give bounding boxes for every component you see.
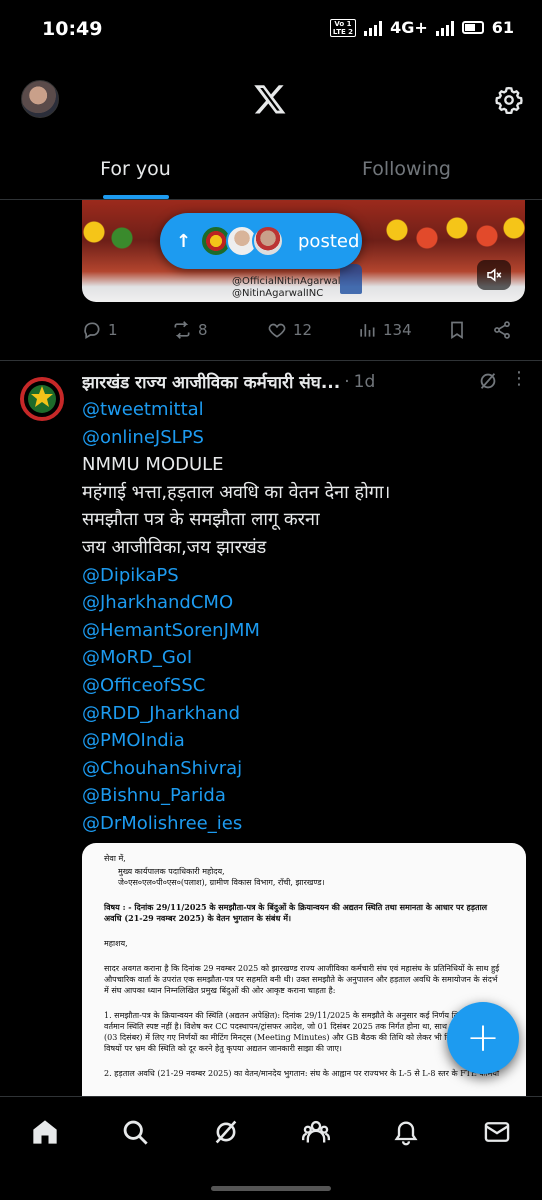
doc-salutation: सेवा में, bbox=[104, 854, 126, 863]
battery-icon bbox=[461, 21, 484, 34]
tweet-text-line: महंगाई भत्ता,हड़ताल अवधि का वेतन देना हो… bbox=[82, 481, 391, 503]
nav-notifications[interactable] bbox=[386, 1112, 426, 1152]
repost-count: 8 bbox=[198, 321, 208, 339]
doc-point: 1. समझौता-पत्र के क्रियान्वयन की स्थिति … bbox=[104, 1011, 503, 1053]
views-chart-icon bbox=[360, 324, 375, 337]
tweet-text-line: जय आजीविका,जय झारखंड bbox=[82, 536, 267, 558]
mention-link[interactable]: @OfficeofSSC bbox=[82, 672, 522, 700]
tweet-document-image[interactable]: सेवा में, मुख्य कार्यपालक पदाधिकारी महोद… bbox=[82, 843, 526, 1113]
separator-dot: · bbox=[344, 371, 350, 392]
signal-icon bbox=[364, 20, 383, 36]
battery-level: 61 bbox=[491, 18, 514, 37]
more-options-icon[interactable]: ⋮ bbox=[510, 368, 529, 389]
tweet-text: @tweetmittal @onlineJSLPS NMMU MODULE महंग… bbox=[82, 396, 522, 838]
tweet-text-line: NMMU MODULE bbox=[82, 454, 224, 476]
doc-address-line: जे०एस०एल०पी०एस०(पलाश), ग्रामीण विकास विभ… bbox=[118, 878, 325, 887]
tweet-time[interactable]: 1d bbox=[354, 372, 376, 392]
status-time: 10:49 bbox=[42, 18, 103, 40]
author-avatar-logo[interactable] bbox=[19, 376, 65, 422]
mute-button[interactable] bbox=[477, 260, 511, 290]
watermark-line: @NitinAgarwalINC bbox=[232, 288, 324, 299]
doc-address-line: मुख्य कार्यपालक पदाधिकारी महोदय, bbox=[118, 867, 225, 876]
author-name[interactable]: झारखंड राज्य आजीविका कर्मचारी संघ... bbox=[82, 370, 340, 393]
arrow-up-icon: ↑ bbox=[176, 230, 192, 252]
like-button[interactable]: 12 bbox=[267, 320, 357, 340]
mention-link[interactable]: @ChouhanShivraj bbox=[82, 755, 522, 783]
grok-icon bbox=[215, 1120, 237, 1143]
doc-subject: विषय : - दिनांक 29/11/2025 के समझौता-पत्… bbox=[104, 902, 488, 923]
mention-link[interactable]: @tweetmittal bbox=[82, 396, 522, 424]
status-icons: Vo 1 LTE 2 4G+ 61 bbox=[329, 18, 514, 37]
reply-button[interactable]: 1 bbox=[82, 320, 172, 340]
bottom-navigation bbox=[0, 1096, 542, 1166]
decoration bbox=[82, 214, 142, 254]
mention-link[interactable]: @DrMolishree_ies bbox=[82, 810, 522, 838]
reply-count: 1 bbox=[108, 321, 118, 339]
nav-communities[interactable] bbox=[296, 1112, 336, 1152]
compose-button[interactable]: + bbox=[447, 1002, 519, 1074]
profile-avatar-button[interactable] bbox=[21, 80, 59, 118]
repost-icon bbox=[174, 321, 190, 339]
like-count: 12 bbox=[293, 321, 313, 339]
pill-label: posted bbox=[298, 230, 360, 252]
plus-icon: + bbox=[466, 1015, 500, 1061]
views-button[interactable]: 134 bbox=[357, 320, 447, 340]
mention-link[interactable]: @onlineJSLPS bbox=[82, 424, 522, 452]
mention-link[interactable]: @HemantSorenJMM bbox=[82, 617, 522, 645]
new-posts-pill[interactable]: ↑ posted bbox=[160, 213, 362, 269]
mention-link[interactable]: @DipikaPS bbox=[82, 562, 522, 590]
home-icon bbox=[33, 1119, 57, 1144]
decoration bbox=[382, 210, 525, 260]
avatar bbox=[252, 225, 284, 257]
search-icon bbox=[124, 1120, 149, 1145]
nav-grok[interactable] bbox=[206, 1112, 246, 1152]
status-bar: 10:49 Vo 1 LTE 2 4G+ 61 bbox=[0, 0, 542, 62]
party-logo-icon bbox=[340, 264, 362, 294]
network-type: 4G+ bbox=[390, 18, 428, 37]
gesture-handle[interactable] bbox=[211, 1186, 331, 1191]
mention-link[interactable]: @PMOIndia bbox=[82, 727, 522, 755]
tweet-header: झारखंड राज्य आजीविका कर्मचारी संघ... · 1… bbox=[82, 368, 528, 393]
mention-link[interactable]: @RDD_Jharkhand bbox=[82, 700, 522, 728]
signal-icon-2 bbox=[435, 20, 454, 36]
tab-following[interactable]: Following bbox=[271, 140, 542, 199]
mention-link[interactable]: @MoRD_GoI bbox=[82, 644, 522, 672]
doc-point: 2. हड़ताल अवधि (21-29 नवम्बर 2025) का वे… bbox=[104, 1069, 500, 1078]
tab-following-label: Following bbox=[362, 158, 451, 180]
nav-search[interactable] bbox=[115, 1112, 155, 1152]
mail-icon bbox=[484, 1121, 510, 1142]
speaker-muted-icon bbox=[487, 268, 502, 282]
tweet-divider bbox=[0, 360, 542, 361]
mention-link[interactable]: @Bishnu_Parida bbox=[82, 782, 522, 810]
views-count: 134 bbox=[383, 321, 412, 339]
tweet-text-line: समझौता पत्र के समझौता लागू करना bbox=[82, 509, 320, 531]
bookmark-button[interactable] bbox=[447, 320, 492, 340]
share-button[interactable] bbox=[492, 320, 522, 340]
grok-icon[interactable] bbox=[477, 370, 499, 392]
repost-button[interactable]: 8 bbox=[172, 320, 267, 340]
watermark-line: @OfficialNitinAgarwal bbox=[232, 276, 341, 287]
communities-icon bbox=[302, 1120, 331, 1142]
tweet-actions: 1 8 12 134 bbox=[82, 320, 522, 340]
nav-home[interactable] bbox=[25, 1112, 65, 1152]
timeline-tabs: For you Following bbox=[0, 140, 542, 200]
nav-messages[interactable] bbox=[477, 1112, 517, 1152]
heart-icon bbox=[268, 323, 286, 338]
bookmark-icon bbox=[451, 321, 463, 340]
pill-avatars bbox=[200, 225, 284, 257]
vo-lte-icon: Vo 1 LTE 2 bbox=[329, 18, 357, 37]
tab-for-you[interactable]: For you bbox=[0, 140, 271, 199]
doc-greeting: महाशय, bbox=[104, 939, 128, 948]
settings-gear-icon[interactable] bbox=[495, 86, 523, 114]
tab-for-you-label: For you bbox=[100, 158, 171, 180]
share-icon bbox=[494, 321, 510, 339]
mention-link[interactable]: @JharkhandCMO bbox=[82, 589, 522, 617]
active-tab-indicator bbox=[102, 195, 169, 199]
x-logo-icon[interactable] bbox=[253, 82, 287, 116]
doc-paragraph: सादर अवगत कराना है कि दिनांक 29 नवम्बर 2… bbox=[104, 964, 500, 995]
bell-icon bbox=[394, 1121, 418, 1145]
media-watermark: @OfficialNitinAgarwal @NitinAgarwalINC bbox=[232, 276, 341, 300]
reply-icon bbox=[84, 322, 100, 339]
system-navigation-bar bbox=[0, 1166, 542, 1200]
